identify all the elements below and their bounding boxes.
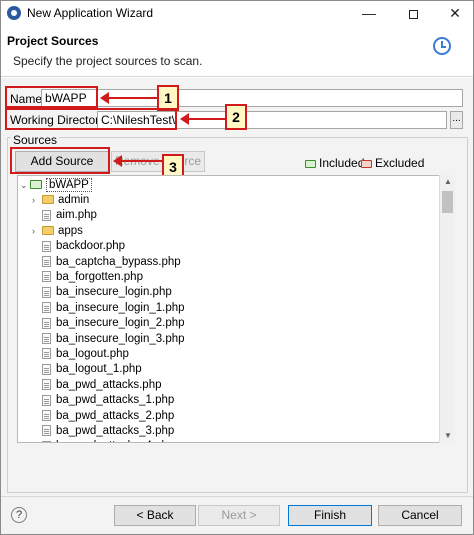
tree-item-label: backdoor.php xyxy=(56,240,126,253)
tree-item-label: apps xyxy=(58,224,83,237)
tree-root-label: bWAPP xyxy=(46,178,92,192)
file-icon xyxy=(42,363,51,375)
callout-2: 2 xyxy=(225,104,247,130)
legend-excluded-label: Excluded xyxy=(375,156,425,170)
wizard-header: Project Sources Specify the project sour… xyxy=(1,25,473,77)
tree-item-label: admin xyxy=(58,194,90,206)
scroll-down-icon[interactable]: ▼ xyxy=(440,429,456,443)
tree-item-label: ba_logout.php xyxy=(56,348,129,360)
file-icon xyxy=(42,256,51,268)
tree-item-label: ba_pwd_attacks_3.php xyxy=(56,425,175,437)
back-button[interactable]: < Back xyxy=(114,505,196,526)
excluded-folder-icon xyxy=(361,159,372,168)
file-icon xyxy=(42,425,51,437)
legend-included: Included xyxy=(305,156,364,170)
tree-file-item[interactable]: ba_logout.php xyxy=(32,347,129,362)
close-button[interactable]: ✕ xyxy=(441,3,469,23)
project-folder-icon xyxy=(30,180,42,190)
included-folder-icon xyxy=(305,159,316,168)
browse-button[interactable]: ... xyxy=(450,111,463,129)
file-icon xyxy=(42,240,51,252)
sources-group-label: Sources xyxy=(11,133,60,147)
window-title: New Application Wizard xyxy=(27,6,154,20)
tree-scrollbar[interactable]: ▲ ▼ xyxy=(439,175,455,443)
tree-file-item[interactable]: ba_captcha_bypass.php xyxy=(32,255,181,270)
file-icon xyxy=(42,271,51,283)
annotation-box-working-directory xyxy=(5,108,177,130)
tree-item-label: ba_pwd_attacks_2.php xyxy=(56,409,175,422)
help-icon[interactable]: ? xyxy=(11,507,27,523)
scroll-thumb[interactable] xyxy=(442,191,453,213)
tree-item-label: ba_logout_1.php xyxy=(56,363,142,376)
file-icon xyxy=(42,394,51,406)
source-tree[interactable]: ⌄ bWAPP › admin aim.php › apps backdoor.php ba_… xyxy=(17,175,455,443)
tree-item-label: ba_captcha_bypass.php xyxy=(56,255,181,268)
page-description: Specify the project sources to scan. xyxy=(13,54,203,68)
title-bar: New Application Wizard — ✕ xyxy=(1,1,473,25)
tree-file-item[interactable]: ba_logout_1.php xyxy=(32,362,142,377)
folder-icon xyxy=(42,195,54,205)
expand-arrow-icon[interactable]: › xyxy=(32,193,42,208)
page-title: Project Sources xyxy=(7,34,99,48)
folder-icon xyxy=(42,226,54,236)
file-icon xyxy=(42,333,51,345)
tree-folder-item[interactable]: › admin xyxy=(32,193,89,208)
tree-file-item[interactable]: aim.php xyxy=(32,208,97,223)
annotation-box-name xyxy=(5,86,98,108)
tree-item-label: ba_pwd_attacks_1.php xyxy=(56,394,175,407)
maximize-button[interactable] xyxy=(399,3,427,23)
tree-item-label: ba_insecure_login_1.php xyxy=(56,301,185,314)
tree-file-item[interactable]: ba_insecure_login.php xyxy=(32,285,172,300)
annotation-box-add-source xyxy=(10,147,110,174)
file-icon xyxy=(42,209,51,221)
tree-file-item[interactable]: ba_pwd_attacks.php xyxy=(32,378,162,393)
tree-item-label: ba_insecure_login_2.php xyxy=(56,317,185,330)
legend-included-label: Included xyxy=(319,156,365,170)
tree-file-item[interactable]: ba_pwd_attacks_4.php xyxy=(32,439,174,442)
wizard-window: New Application Wizard — ✕ Project Sourc… xyxy=(0,0,474,535)
tree-file-item[interactable]: ba_insecure_login_2.php xyxy=(32,316,185,331)
tree-file-item[interactable]: ba_forgotten.php xyxy=(32,270,143,285)
file-icon xyxy=(42,286,51,298)
tree-file-item[interactable]: ba_pwd_attacks_2.php xyxy=(32,409,174,424)
tree-file-item[interactable]: backdoor.php xyxy=(32,239,125,254)
maximize-icon xyxy=(408,9,418,19)
tree-file-item[interactable]: ba_pwd_attacks_1.php xyxy=(32,393,174,408)
tree-root[interactable]: ⌄ bWAPP xyxy=(20,178,92,193)
tree-item-label: aim.php xyxy=(56,209,97,222)
finish-button[interactable]: Finish xyxy=(288,505,372,526)
clock-icon xyxy=(433,37,451,55)
file-icon xyxy=(42,379,51,391)
tree-item-label: ba_pwd_attacks.php xyxy=(56,378,162,391)
tree-folder-item[interactable]: › apps xyxy=(32,224,83,239)
file-icon xyxy=(42,302,51,314)
annotation-arrow-3 xyxy=(113,155,162,167)
annotation-arrow-2 xyxy=(180,113,225,125)
file-icon xyxy=(42,317,51,329)
file-icon xyxy=(42,440,51,442)
tree-item-label: ba_forgotten.php xyxy=(56,271,143,283)
tree-item-label: ba_insecure_login.php xyxy=(56,286,172,299)
wizard-footer: ? < Back Next > Finish Cancel xyxy=(1,496,473,534)
next-button[interactable]: Next > xyxy=(198,505,280,526)
app-icon xyxy=(7,6,21,20)
tree-item-label: ba_insecure_login_3.php xyxy=(56,332,185,345)
tree-file-item[interactable]: ba_pwd_attacks_3.php xyxy=(32,424,174,439)
file-icon xyxy=(42,348,51,360)
minimize-button[interactable]: — xyxy=(355,3,383,23)
expand-arrow-icon[interactable]: › xyxy=(32,224,42,239)
annotation-arrow-1 xyxy=(100,92,157,104)
scroll-up-icon[interactable]: ▲ xyxy=(440,175,456,189)
cancel-button[interactable]: Cancel xyxy=(378,505,462,526)
file-icon xyxy=(42,410,51,422)
tree-file-item[interactable]: ba_insecure_login_1.php xyxy=(32,301,185,316)
collapse-arrow-icon[interactable]: ⌄ xyxy=(20,178,30,193)
legend-excluded: Excluded xyxy=(361,156,424,170)
tree-file-item[interactable]: ba_insecure_login_3.php xyxy=(32,332,185,347)
tree-item-label: ba_pwd_attacks_4.php xyxy=(56,440,174,442)
